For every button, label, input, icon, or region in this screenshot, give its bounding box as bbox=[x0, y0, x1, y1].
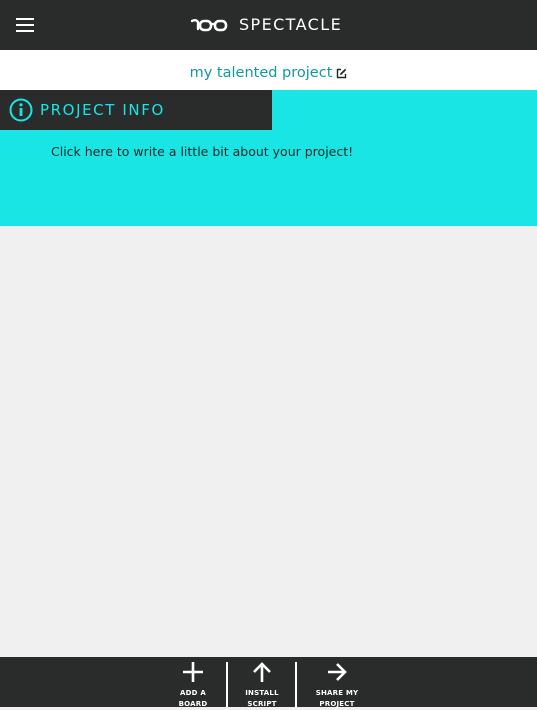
bottom-toolbar: ADD A BOARD INSTALL SCRIPT SHARE MY PROJ… bbox=[0, 657, 537, 710]
toolbar-divider bbox=[295, 662, 297, 707]
brand: SPECTACLE bbox=[191, 14, 342, 36]
project-title[interactable]: my talented project bbox=[190, 64, 333, 82]
install-script-label-line1: INSTALL bbox=[245, 689, 279, 697]
boards-workspace bbox=[0, 226, 537, 657]
info-circle-icon bbox=[9, 98, 33, 122]
project-info-title: PROJECT INFO bbox=[40, 101, 165, 119]
add-board-button[interactable]: ADD A BOARD bbox=[163, 661, 223, 710]
install-script-button[interactable]: INSTALL SCRIPT bbox=[232, 661, 292, 710]
project-description-placeholder[interactable]: Click here to write a little bit about y… bbox=[51, 144, 353, 160]
plus-icon bbox=[183, 662, 203, 682]
project-info-panel: PROJECT INFO Click here to write a littl… bbox=[0, 90, 537, 226]
project-title-bar: my talented project bbox=[0, 50, 537, 90]
add-board-label-line2: BOARD bbox=[178, 700, 208, 708]
share-project-button[interactable]: SHARE MY PROJECT bbox=[302, 661, 372, 710]
hamburger-menu-icon[interactable] bbox=[16, 17, 34, 32]
add-board-label-line1: ADD A bbox=[180, 689, 206, 697]
spectacles-logo-icon bbox=[191, 19, 228, 32]
edit-pencil-icon[interactable] bbox=[336, 68, 347, 79]
project-info-header[interactable]: PROJECT INFO bbox=[0, 90, 272, 130]
arrow-right-icon bbox=[328, 663, 347, 681]
arrow-up-icon bbox=[253, 662, 271, 682]
toolbar-divider bbox=[226, 662, 228, 707]
share-project-label-line1: SHARE MY bbox=[315, 689, 359, 697]
brand-name: SPECTACLE bbox=[239, 15, 343, 34]
top-navigation-bar: SPECTACLE bbox=[0, 0, 537, 50]
share-project-label-line2: PROJECT bbox=[319, 700, 355, 708]
install-script-label-line2: SCRIPT bbox=[247, 700, 277, 708]
project-title-editor[interactable]: my talented project bbox=[190, 64, 348, 82]
